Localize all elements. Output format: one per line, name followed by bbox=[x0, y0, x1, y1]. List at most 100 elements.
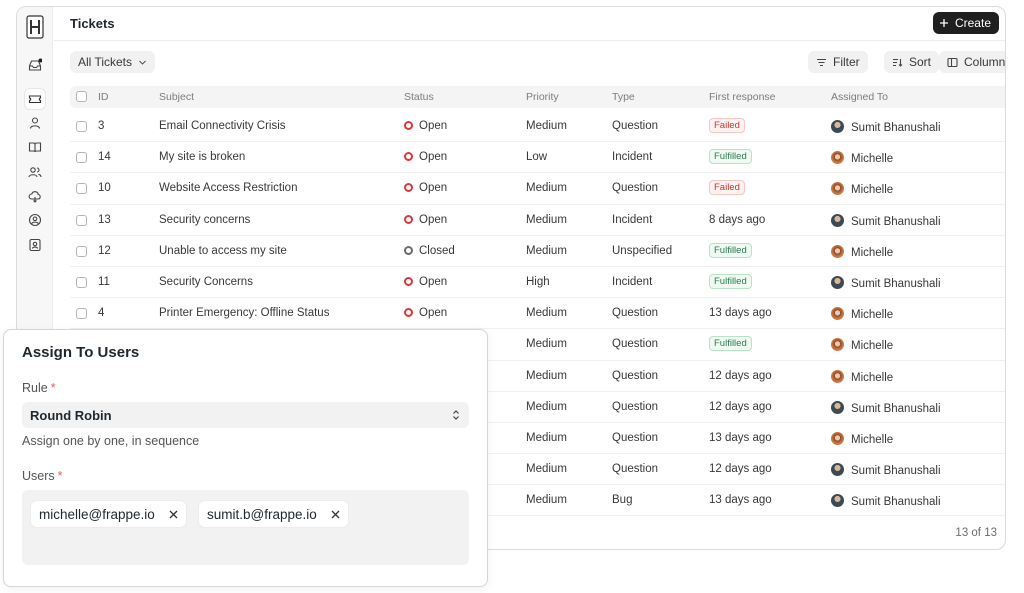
ticket-status: Open bbox=[404, 120, 447, 132]
select-all-checkbox[interactable] bbox=[76, 91, 87, 102]
ticket-id: 14 bbox=[98, 151, 111, 164]
ticket-type: Incident bbox=[612, 151, 653, 164]
ticket-type: Question bbox=[612, 182, 659, 195]
status-label: Open bbox=[419, 151, 448, 164]
column-header-priority[interactable]: Priority bbox=[526, 91, 559, 103]
status-label: Open bbox=[419, 307, 448, 320]
ticket-icon[interactable] bbox=[25, 89, 45, 109]
avatar bbox=[831, 182, 844, 196]
table-row[interactable]: 4 Printer Emergency: Offline Status Open Me… bbox=[70, 298, 1005, 330]
ticket-type: Question bbox=[612, 463, 659, 476]
ticket-type: Question bbox=[612, 431, 659, 444]
ticket-subject[interactable]: Security Concerns bbox=[159, 276, 253, 288]
table-row[interactable]: 10 Website Access Restriction Open Medium Qu… bbox=[70, 173, 1005, 205]
table-row[interactable]: 3 Email Connectivity Crisis Open Medium Ques… bbox=[70, 111, 1005, 143]
user-chip: sumit.b@frappe.io bbox=[199, 501, 348, 527]
assignee-name: Michelle bbox=[851, 371, 894, 384]
ticket-subject[interactable]: Security concerns bbox=[159, 214, 250, 226]
assigned-to: Sumit Bhanushali bbox=[831, 120, 941, 134]
assignee-name: Michelle bbox=[851, 184, 894, 197]
close-icon[interactable] bbox=[169, 510, 178, 519]
assigned-to: Michelle bbox=[831, 244, 894, 259]
users-icon[interactable] bbox=[25, 162, 45, 182]
status-indicator-icon bbox=[404, 308, 413, 318]
row-checkbox[interactable] bbox=[76, 214, 87, 226]
avatar bbox=[831, 307, 844, 321]
row-checkbox[interactable] bbox=[76, 121, 87, 132]
rule-select[interactable]: Round Robin bbox=[22, 402, 469, 428]
sort-button[interactable]: Sort bbox=[884, 51, 940, 73]
columns-label: Columns bbox=[964, 55, 1006, 69]
create-button[interactable]: Create bbox=[932, 12, 999, 34]
ticket-id: 13 bbox=[98, 213, 111, 226]
assignee-name: Michelle bbox=[851, 246, 894, 259]
table-row[interactable]: 14 My site is broken Open Low Incident Fulfil… bbox=[70, 142, 1005, 174]
user-chip-label: sumit.b@frappe.io bbox=[207, 506, 317, 522]
user-circle-icon[interactable] bbox=[25, 210, 45, 230]
assigned-to: Sumit Bhanushali bbox=[831, 213, 941, 228]
user-chip: michelle@frappe.io bbox=[31, 501, 186, 527]
ticket-type: Incident bbox=[612, 275, 653, 288]
table-row[interactable]: 12 Unable to access my site Closed Medium Un… bbox=[70, 236, 1005, 267]
assigned-to: Michelle bbox=[831, 307, 893, 321]
assigned-to: Michelle bbox=[831, 369, 894, 384]
rule-label-text: Rule bbox=[22, 381, 48, 395]
sort-icon bbox=[893, 58, 903, 67]
assignee-name: Sumit Bhanushali bbox=[851, 277, 941, 290]
row-checkbox[interactable] bbox=[76, 183, 87, 195]
logo-icon[interactable] bbox=[26, 15, 44, 39]
assignee-name: Michelle bbox=[851, 433, 894, 446]
column-header-type[interactable]: Type bbox=[612, 91, 635, 103]
ticket-priority: Medium bbox=[526, 120, 567, 132]
rule-label: Rule * bbox=[22, 381, 56, 395]
contact-icon[interactable] bbox=[25, 235, 45, 255]
filter-button[interactable]: Filter bbox=[808, 51, 868, 73]
user-icon[interactable] bbox=[25, 113, 45, 133]
avatar bbox=[831, 120, 844, 133]
column-header-assigned-to[interactable]: Assigned To bbox=[831, 91, 888, 103]
close-icon[interactable] bbox=[331, 510, 340, 519]
ticket-priority: Medium bbox=[526, 213, 567, 226]
table-row[interactable]: 11 Security Concerns Open High Incident Fulfi… bbox=[70, 267, 1005, 299]
ticket-id: 10 bbox=[98, 182, 111, 195]
required-mark: * bbox=[57, 469, 63, 483]
ticket-subject[interactable]: Email Connectivity Crisis bbox=[159, 120, 286, 132]
column-header-subject[interactable]: Subject bbox=[159, 91, 194, 103]
columns-button[interactable]: Columns bbox=[939, 51, 1006, 73]
ticket-subject[interactable]: My site is broken bbox=[159, 151, 245, 163]
ticket-status: Open bbox=[404, 214, 447, 226]
ticket-id: 11 bbox=[98, 275, 110, 288]
dialog-title: Assign To Users bbox=[22, 344, 140, 361]
filter-icon bbox=[817, 58, 826, 66]
row-checkbox[interactable] bbox=[76, 152, 87, 164]
first-response: 12 days ago bbox=[709, 400, 772, 413]
ticket-subject[interactable]: Unable to access my site bbox=[159, 245, 287, 257]
ticket-type: Unspecified bbox=[612, 244, 673, 257]
column-header-status[interactable]: Status bbox=[404, 91, 434, 103]
ticket-priority: Medium bbox=[526, 463, 567, 476]
ticket-id: 3 bbox=[98, 120, 105, 132]
column-header-first-response[interactable]: First response bbox=[709, 91, 776, 103]
table-header: ID Subject Status Priority Type First re… bbox=[70, 86, 1005, 108]
view-selector[interactable]: All Tickets bbox=[70, 51, 156, 73]
status-indicator-icon bbox=[404, 245, 413, 255]
row-checkbox[interactable] bbox=[76, 245, 87, 257]
inbox-icon[interactable] bbox=[25, 55, 45, 75]
view-selector-label: All Tickets bbox=[78, 55, 133, 69]
avatar bbox=[831, 463, 844, 477]
pagination-count: 13 of 13 bbox=[955, 527, 997, 539]
row-checkbox[interactable] bbox=[76, 276, 87, 288]
assignee-name: Sumit Bhanushali bbox=[851, 496, 941, 509]
ticket-subject[interactable]: Website Access Restriction bbox=[159, 182, 297, 194]
avatar bbox=[831, 275, 844, 289]
ticket-status: Open bbox=[404, 182, 447, 194]
book-icon[interactable] bbox=[25, 137, 45, 157]
assigned-to: Michelle bbox=[831, 431, 894, 446]
users-multiselect[interactable]: michelle@frappe.io sumit.b@frappe.io bbox=[22, 490, 469, 565]
table-row[interactable]: 13 Security concerns Open Medium Incident 8 d… bbox=[70, 205, 1005, 236]
cloud-icon[interactable] bbox=[25, 186, 45, 206]
status-indicator-icon bbox=[404, 152, 413, 162]
ticket-subject[interactable]: Printer Emergency: Offline Status bbox=[159, 307, 329, 319]
row-checkbox[interactable] bbox=[76, 308, 87, 320]
column-header-id[interactable]: ID bbox=[98, 91, 109, 103]
